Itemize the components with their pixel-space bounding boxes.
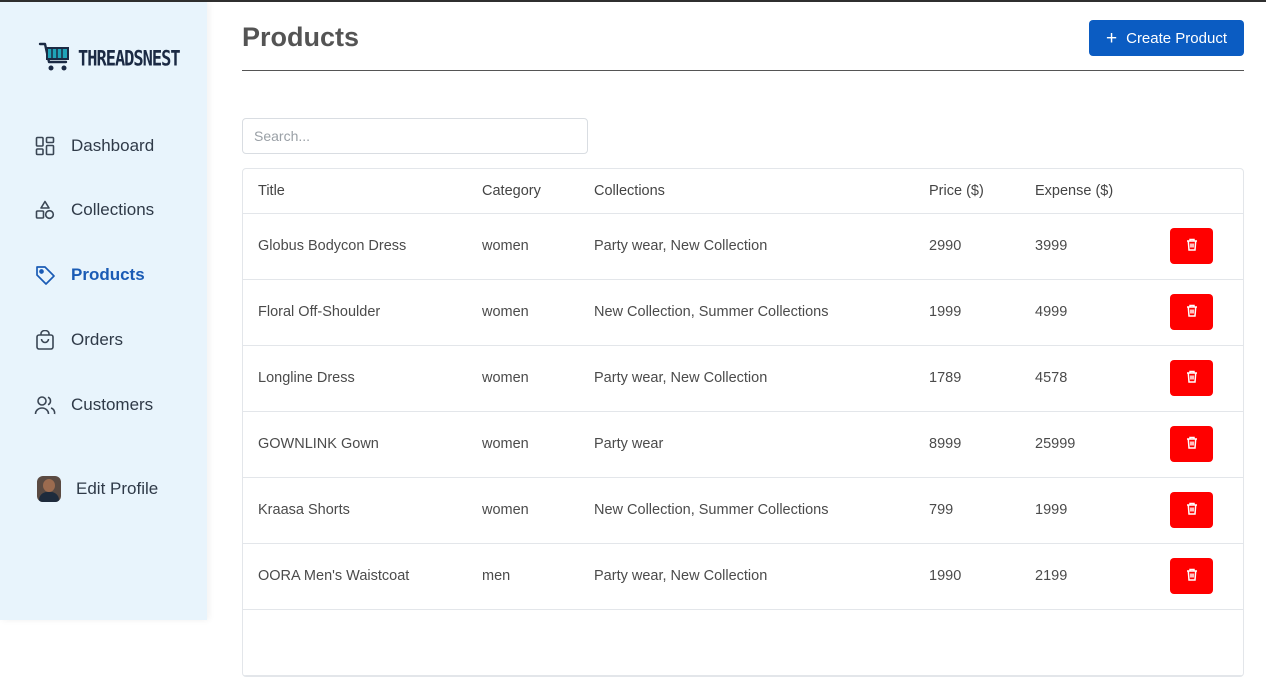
product-price: 1789 — [914, 345, 1020, 412]
delete-button[interactable] — [1170, 360, 1213, 396]
table-row: Kraasa Shorts women New Collection, Summ… — [243, 477, 1243, 544]
product-price: 1999 — [914, 279, 1020, 346]
product-price: 2990 — [914, 213, 1020, 280]
product-expense: 1999 — [1020, 477, 1154, 544]
shopping-bag-icon — [34, 329, 56, 351]
table-row: OORA Men's Waistcoat men Party wear, New… — [243, 543, 1243, 610]
actions-cell — [1154, 345, 1243, 412]
sidebar-item-edit-profile[interactable]: Edit Profile — [37, 476, 158, 502]
products-table: Title Category Collections Price ($) Exp… — [242, 168, 1244, 677]
table-row: Globus Bodycon Dress women Party wear, N… — [243, 213, 1243, 280]
sidebar-item-customers[interactable]: Customers — [34, 392, 153, 418]
sidebar-item-orders[interactable]: Orders — [34, 327, 123, 353]
product-category: women — [467, 279, 579, 346]
search-input[interactable] — [242, 118, 588, 154]
product-category: men — [467, 543, 579, 610]
column-header-category[interactable]: Category — [467, 169, 579, 214]
tag-icon — [34, 264, 56, 286]
column-header-expense[interactable]: Expense ($) — [1020, 169, 1154, 214]
product-collections: New Collection, Summer Collections — [579, 279, 914, 346]
main-content: Products + Create Product Title Category… — [242, 2, 1244, 677]
sidebar-item-dashboard[interactable]: Dashboard — [34, 133, 154, 159]
product-collections: Party wear, New Collection — [579, 543, 914, 610]
table-header-row: Title Category Collections Price ($) Exp… — [243, 169, 1243, 214]
product-title-link[interactable]: GOWNLINK Gown — [243, 411, 467, 478]
cart-icon — [38, 40, 72, 79]
delete-button[interactable] — [1170, 294, 1213, 330]
column-header-price[interactable]: Price ($) — [914, 169, 1020, 214]
product-collections: Party wear, New Collection — [579, 213, 914, 280]
product-expense: 4999 — [1020, 279, 1154, 346]
delete-button[interactable] — [1170, 228, 1213, 264]
brand-name: THREADSNEST — [78, 46, 181, 72]
product-category: women — [467, 345, 579, 412]
table-cell-empty — [467, 609, 579, 676]
table-cell-empty — [579, 609, 914, 676]
trash-icon — [1186, 502, 1198, 518]
column-header-actions — [1154, 169, 1243, 214]
trash-icon — [1186, 238, 1198, 254]
sidebar-item-label: Customers — [71, 395, 154, 414]
sidebar-item-label: Dashboard — [71, 136, 155, 155]
product-title-link[interactable]: Floral Off-Shoulder — [243, 279, 467, 346]
product-title-link[interactable]: Longline Dress — [243, 345, 467, 412]
sidebar-item-collections[interactable]: Collections — [34, 197, 154, 223]
shapes-icon — [34, 199, 56, 221]
actions-cell — [1154, 213, 1243, 280]
product-expense: 3999 — [1020, 213, 1154, 280]
table-cell-empty — [243, 609, 467, 676]
plus-icon: + — [1106, 27, 1118, 49]
actions-cell — [1154, 411, 1243, 478]
create-product-label: Create Product — [1126, 29, 1227, 47]
delete-button[interactable] — [1170, 426, 1213, 462]
sidebar-item-label: Edit Profile — [76, 479, 159, 498]
sidebar-item-products[interactable]: Products — [34, 262, 145, 288]
avatar — [37, 476, 61, 502]
product-category: women — [467, 477, 579, 544]
sidebar-item-label: Products — [71, 265, 145, 284]
trash-icon — [1186, 436, 1198, 452]
trash-icon — [1186, 304, 1198, 320]
sidebar-item-label: Orders — [71, 330, 123, 349]
column-header-title[interactable]: Title — [243, 169, 467, 214]
product-expense: 2199 — [1020, 543, 1154, 610]
product-price: 8999 — [914, 411, 1020, 478]
product-title-link[interactable]: Globus Bodycon Dress — [243, 213, 467, 280]
product-category: women — [467, 213, 579, 280]
actions-cell — [1154, 543, 1243, 610]
product-collections: New Collection, Summer Collections — [579, 477, 914, 544]
product-expense: 25999 — [1020, 411, 1154, 478]
page-title: Products — [242, 22, 360, 52]
product-category: women — [467, 411, 579, 478]
product-title-link[interactable]: OORA Men's Waistcoat — [243, 543, 467, 610]
table-row: Floral Off-Shoulder women New Collection… — [243, 279, 1243, 346]
table-cell-empty — [1020, 609, 1154, 676]
delete-button[interactable] — [1170, 492, 1213, 528]
delete-button[interactable] — [1170, 558, 1213, 594]
create-product-button[interactable]: + Create Product — [1089, 20, 1244, 56]
product-collections: Party wear, New Collection — [579, 345, 914, 412]
sidebar: THREADSNEST Dashboard Collections Produc… — [0, 2, 207, 620]
sidebar-item-label: Collections — [71, 200, 155, 219]
table-cell-empty — [1154, 609, 1243, 676]
table-row: GOWNLINK Gown women Party wear 8999 2599… — [243, 411, 1243, 478]
table-row — [243, 609, 1243, 676]
brand-logo[interactable]: THREADSNEST — [38, 40, 181, 79]
product-title-link[interactable]: Kraasa Shorts — [243, 477, 467, 544]
actions-cell — [1154, 279, 1243, 346]
product-collections: Party wear — [579, 411, 914, 478]
product-price: 799 — [914, 477, 1020, 544]
trash-icon — [1186, 568, 1198, 584]
dashboard-icon — [34, 135, 56, 157]
trash-icon — [1186, 370, 1198, 386]
column-header-collections[interactable]: Collections — [579, 169, 914, 214]
product-price: 1990 — [914, 543, 1020, 610]
users-icon — [34, 394, 56, 416]
product-expense: 4578 — [1020, 345, 1154, 412]
table-cell-empty — [914, 609, 1020, 676]
table-row: Longline Dress women Party wear, New Col… — [243, 345, 1243, 412]
header-divider — [242, 70, 1244, 71]
actions-cell — [1154, 477, 1243, 544]
